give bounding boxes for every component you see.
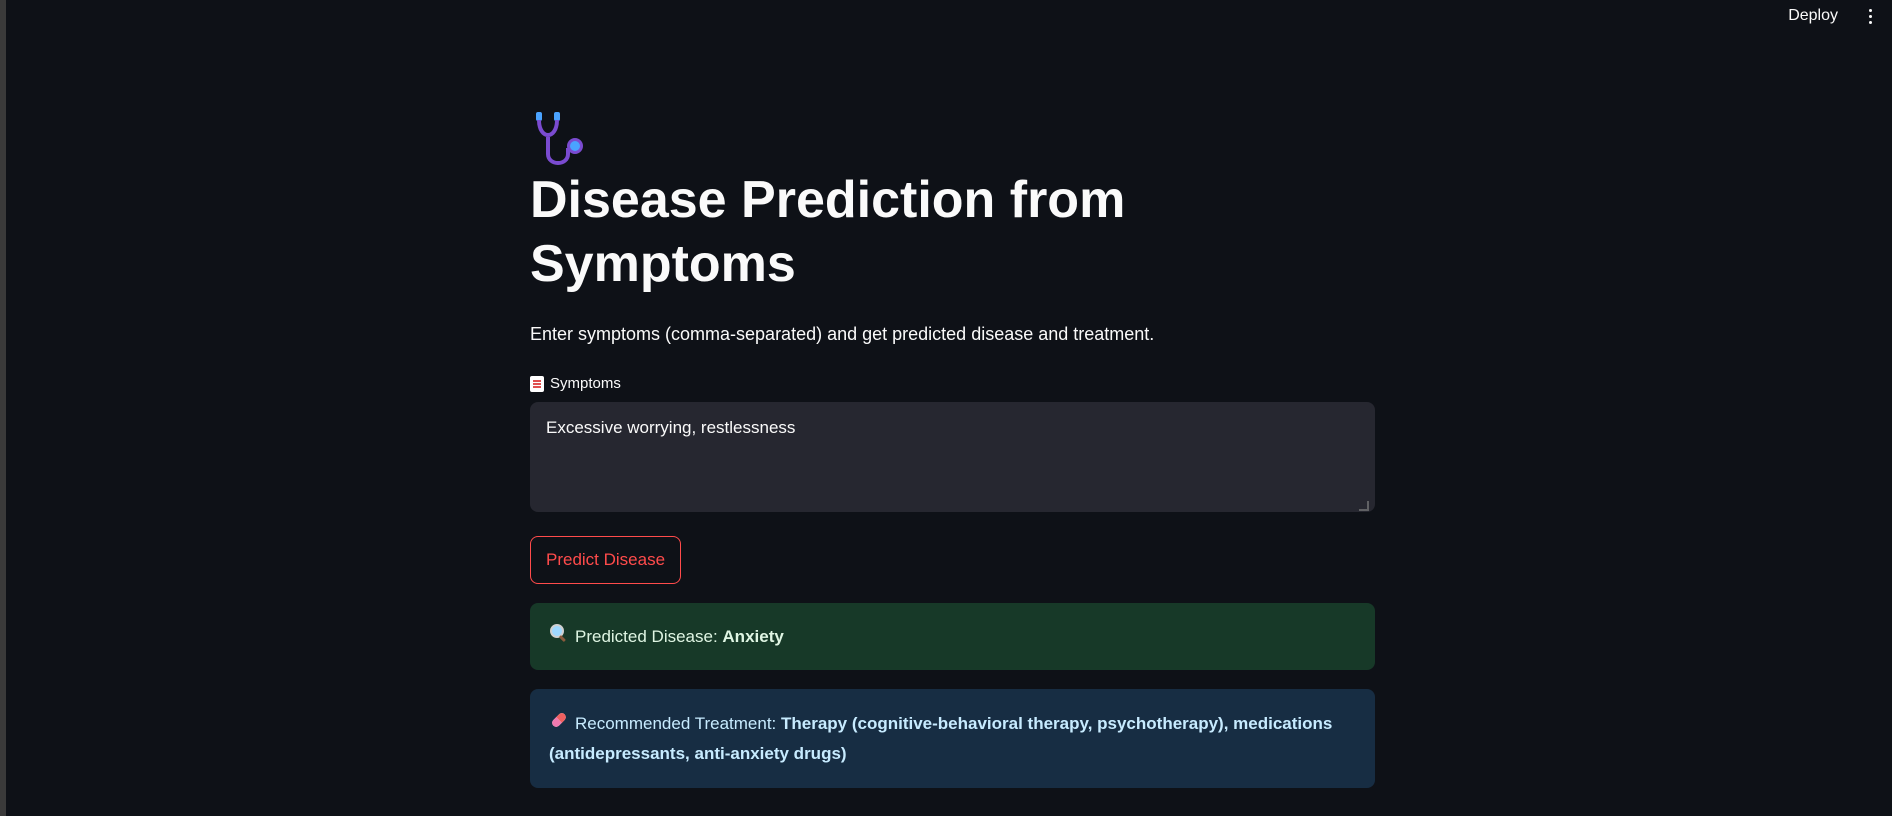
memo-icon (530, 375, 544, 392)
main-content: Disease Prediction from Symptoms Enter s… (530, 110, 1375, 789)
symptoms-label-text: Symptoms (550, 375, 621, 392)
symptoms-label: Symptoms (530, 375, 1375, 392)
predicted-disease-prefix: Predicted Disease: (575, 627, 723, 646)
pill-icon (549, 710, 569, 739)
symptoms-textarea[interactable]: Excessive worrying, restlessness (530, 402, 1375, 512)
stethoscope-icon (530, 110, 592, 168)
kebab-menu-icon[interactable] (1860, 8, 1880, 24)
predicted-disease-value: Anxiety (722, 627, 784, 646)
recommended-treatment-alert: Recommended Treatment: Therapy (cognitiv… (530, 689, 1375, 789)
magnifier-icon (549, 623, 569, 652)
window-edge (0, 0, 6, 816)
recommended-treatment-prefix: Recommended Treatment: (575, 714, 781, 733)
page-subtitle: Enter symptoms (comma-separated) and get… (530, 324, 1155, 344)
page-title-text: Disease Prediction from Symptoms (530, 171, 1126, 293)
deploy-button[interactable]: Deploy (1788, 7, 1838, 25)
top-toolbar: Deploy (1788, 0, 1892, 32)
symptoms-textarea-wrapper: Excessive worrying, restlessness (530, 392, 1375, 517)
predict-disease-button[interactable]: Predict Disease (530, 536, 682, 584)
predicted-disease-alert: Predicted Disease: Anxiety (530, 603, 1375, 670)
resize-handle[interactable] (1359, 501, 1369, 511)
page-title: Disease Prediction from Symptoms (530, 110, 1375, 296)
